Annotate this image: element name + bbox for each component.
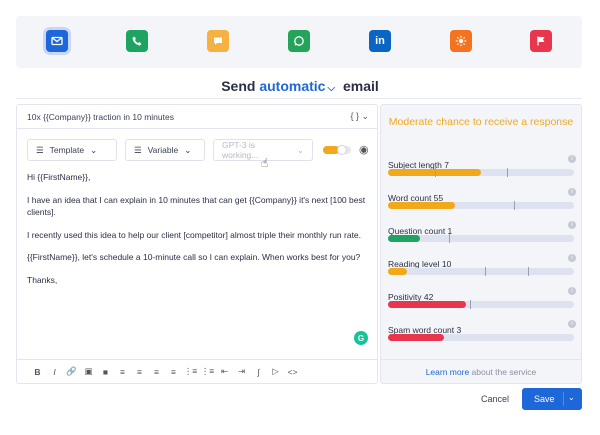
grammarly-icon[interactable]: G bbox=[354, 331, 368, 345]
send-mode-dropdown[interactable]: automatic bbox=[259, 78, 325, 94]
metric-fill bbox=[388, 235, 420, 242]
video-icon[interactable]: ▷ bbox=[267, 365, 284, 379]
chevron-down-icon: ⌄ bbox=[184, 144, 192, 155]
chevron-down-icon[interactable]: ⌵ bbox=[327, 83, 335, 94]
channel-bar: in bbox=[16, 16, 582, 68]
body-paragraph: I recently used this idea to help our cl… bbox=[27, 229, 362, 240]
metric-marker bbox=[485, 267, 486, 276]
eye-icon[interactable]: ◉ bbox=[359, 143, 369, 156]
metric-track bbox=[388, 201, 574, 210]
list-bullet-icon[interactable]: ⋮≡ bbox=[182, 365, 199, 379]
chevron-down-icon[interactable]: ⌄ bbox=[568, 393, 575, 402]
italic-icon[interactable]: I bbox=[46, 365, 63, 379]
attach-icon[interactable]: ∫ bbox=[250, 365, 267, 379]
score-metric: Subject length 7i bbox=[388, 155, 576, 185]
send-suffix: email bbox=[342, 78, 379, 94]
score-metric: Word count 55 i bbox=[388, 188, 576, 218]
link-icon[interactable]: 🔗 bbox=[63, 365, 80, 379]
save-button[interactable]: Save ⌄ bbox=[522, 388, 582, 410]
send-title: Send automatic ⌵ email bbox=[0, 78, 600, 94]
metric-marker bbox=[470, 300, 471, 309]
variable-label: Variable bbox=[147, 145, 179, 155]
layers-icon: ☰ bbox=[36, 144, 44, 155]
indent-less-icon[interactable]: ⇤ bbox=[216, 365, 233, 379]
formatting-toolbar: B I 🔗 ▣ ■ ≡ ≡ ≡ ≡ ⋮≡ ⋮≡ ⇤ ⇥ ∫ ▷ <> bbox=[17, 359, 377, 383]
email-editor: 10x {{Company}} traction in 10 minutes {… bbox=[16, 104, 378, 384]
cancel-button[interactable]: Cancel bbox=[481, 394, 509, 404]
variables-braces-icon[interactable]: { } ⌄ bbox=[350, 111, 369, 122]
body-paragraph: Hi {{FirstName}}, bbox=[27, 172, 91, 182]
info-icon[interactable]: i bbox=[568, 254, 576, 262]
save-label: Save bbox=[534, 394, 555, 404]
channel-whatsapp-icon[interactable] bbox=[288, 30, 310, 52]
metric-fill bbox=[388, 334, 444, 341]
body-paragraph: Thanks, bbox=[27, 274, 58, 285]
bold-icon[interactable]: B bbox=[29, 365, 46, 379]
channel-flag-icon[interactable] bbox=[530, 30, 552, 52]
align-justify-icon[interactable]: ≡ bbox=[165, 365, 182, 379]
image-icon[interactable]: ▣ bbox=[80, 365, 97, 379]
score-metric: Spam word count 3i bbox=[388, 320, 576, 350]
list-number-icon[interactable]: ⋮≡ bbox=[199, 365, 216, 379]
metric-track bbox=[388, 300, 574, 309]
score-metric: Positivity 42 i bbox=[388, 287, 576, 317]
indent-more-icon[interactable]: ⇥ bbox=[233, 365, 250, 379]
learn-more-link[interactable]: Learn more bbox=[426, 367, 469, 377]
info-icon[interactable]: i bbox=[568, 155, 576, 163]
divider bbox=[16, 98, 582, 99]
gpt-label: GPT-3 is working... bbox=[222, 140, 259, 160]
metric-fill bbox=[388, 202, 455, 209]
metric-marker bbox=[507, 168, 508, 177]
hand-cursor-icon: ☝ bbox=[261, 156, 269, 170]
info-icon[interactable]: i bbox=[568, 287, 576, 295]
metric-marker bbox=[528, 267, 529, 276]
subject-field[interactable]: 10x {{Company}} traction in 10 minutes {… bbox=[17, 105, 377, 129]
channel-sun-icon[interactable] bbox=[450, 30, 472, 52]
align-right-icon[interactable]: ≡ bbox=[148, 365, 165, 379]
align-left-icon[interactable]: ≡ bbox=[114, 365, 131, 379]
score-heading: Moderate chance to receive a response bbox=[388, 116, 574, 128]
metric-track bbox=[388, 234, 574, 243]
metric-track bbox=[388, 267, 574, 276]
align-center-icon[interactable]: ≡ bbox=[131, 365, 148, 379]
metric-marker bbox=[449, 234, 450, 243]
chevron-down-icon: ⌄ bbox=[90, 144, 98, 155]
template-dropdown[interactable]: ☰ Template ⌄ bbox=[27, 139, 117, 161]
ai-toggle[interactable] bbox=[323, 145, 351, 155]
variable-dropdown[interactable]: ☰ Variable ⌄ bbox=[125, 139, 205, 161]
channel-email-mail-icon[interactable] bbox=[46, 30, 68, 52]
metric-fill bbox=[388, 301, 466, 308]
body-paragraph: {{FirstName}}, let's schedule a 10-minut… bbox=[27, 252, 361, 262]
body-paragraph: I have an idea that I can explain in 10 … bbox=[27, 194, 366, 218]
metric-track bbox=[388, 334, 574, 341]
channel-linkedin-icon[interactable]: in bbox=[369, 30, 391, 52]
editor-toolbar: ☰ Template ⌄ ☰ Variable ⌄ GPT-3 is worki… bbox=[27, 139, 372, 161]
email-body[interactable]: Hi {{FirstName}}, I have an idea that I … bbox=[27, 171, 369, 296]
divider bbox=[563, 392, 564, 406]
chevron-down-icon: ⌄ bbox=[296, 144, 304, 155]
channel-phone-icon[interactable] bbox=[126, 30, 148, 52]
score-metric: Question count 1i bbox=[388, 221, 576, 251]
learn-more-rest: about the service bbox=[469, 367, 537, 377]
info-icon[interactable]: i bbox=[568, 320, 576, 328]
subject-text[interactable]: 10x {{Company}} traction in 10 minutes bbox=[27, 112, 174, 122]
score-metric: Reading level 10 i bbox=[388, 254, 576, 284]
metric-fill bbox=[388, 268, 407, 275]
code-icon[interactable]: <> bbox=[284, 365, 301, 379]
image-fill-icon[interactable]: ■ bbox=[97, 365, 114, 379]
metric-track bbox=[388, 168, 574, 177]
metric-marker bbox=[514, 201, 515, 210]
layers-icon: ☰ bbox=[134, 144, 142, 155]
metric-marker bbox=[435, 168, 436, 177]
score-panel: Moderate chance to receive a response Su… bbox=[380, 104, 582, 384]
send-prefix: Send bbox=[221, 78, 256, 94]
template-label: Template bbox=[49, 145, 85, 155]
learn-more: Learn more about the service bbox=[381, 359, 581, 383]
info-icon[interactable]: i bbox=[568, 221, 576, 229]
channel-chat-icon[interactable] bbox=[207, 30, 229, 52]
info-icon[interactable]: i bbox=[568, 188, 576, 196]
